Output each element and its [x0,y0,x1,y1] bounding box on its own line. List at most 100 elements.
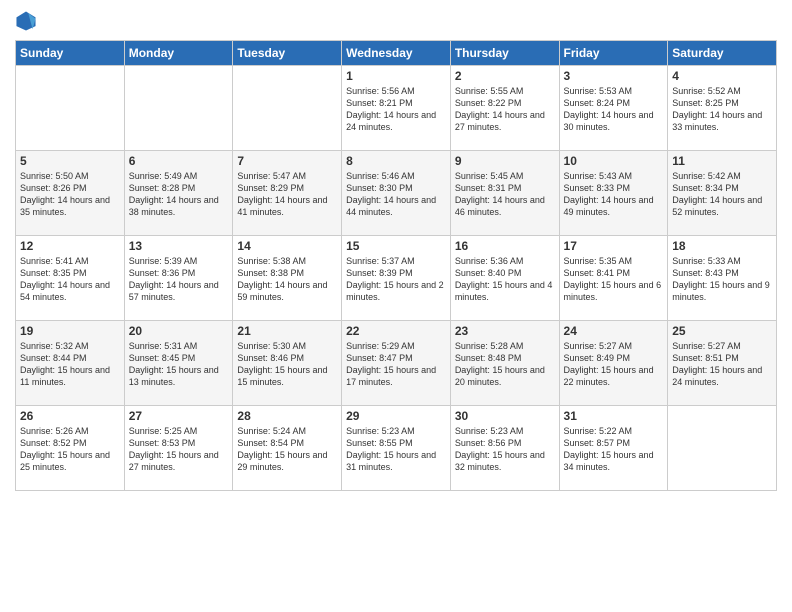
week-row-4: 19 Sunrise: 5:32 AM Sunset: 8:44 PM Dayli… [16,321,777,406]
day-info: Sunrise: 5:35 AM Sunset: 8:41 PM Dayligh… [564,255,664,304]
calendar-cell: 22 Sunrise: 5:29 AM Sunset: 8:47 PM Dayli… [342,321,451,406]
calendar-cell: 18 Sunrise: 5:33 AM Sunset: 8:43 PM Dayli… [668,236,777,321]
day-info: Sunrise: 5:33 AM Sunset: 8:43 PM Dayligh… [672,255,772,304]
calendar-cell: 3Sunrise: 5:53 AM Sunset: 8:24 PM Daylig… [559,66,668,151]
day-info: Sunrise: 5:30 AM Sunset: 8:46 PM Dayligh… [237,340,337,389]
calendar-cell: 10 Sunrise: 5:43 AM Sunset: 8:33 PM Dayli… [559,151,668,236]
calendar-cell: 31 Sunrise: 5:22 AM Sunset: 8:57 PM Dayli… [559,406,668,491]
day-number: 28 [237,409,337,423]
day-header-sunday: Sunday [16,41,125,66]
day-info: Sunrise: 5:25 AM Sunset: 8:53 PM Dayligh… [129,425,229,474]
day-info: Sunrise: 5:22 AM Sunset: 8:57 PM Dayligh… [564,425,664,474]
day-number: 16 [455,239,555,253]
calendar-body: 1 Sunrise: 5:56 AM Sunset: 8:21 PM Daylig… [16,66,777,491]
day-info: Sunrise: 5:29 AM Sunset: 8:47 PM Dayligh… [346,340,446,389]
calendar-cell [233,66,342,151]
day-header-friday: Friday [559,41,668,66]
day-info: Sunrise: 5:27 AM Sunset: 8:51 PM Dayligh… [672,340,772,389]
calendar-cell: 30Sunrise: 5:23 AM Sunset: 8:56 PM Dayli… [450,406,559,491]
calendar-cell: 24Sunrise: 5:27 AM Sunset: 8:49 PM Dayli… [559,321,668,406]
day-info: Sunrise: 5:49 AM Sunset: 8:28 PM Dayligh… [129,170,229,219]
day-info: Sunrise: 5:46 AM Sunset: 8:30 PM Dayligh… [346,170,446,219]
day-number: 5 [20,154,120,168]
week-row-5: 26Sunrise: 5:26 AM Sunset: 8:52 PM Dayli… [16,406,777,491]
day-number: 22 [346,324,446,338]
calendar-cell: 2 Sunrise: 5:55 AM Sunset: 8:22 PM Daylig… [450,66,559,151]
day-info: Sunrise: 5:27 AM Sunset: 8:49 PM Dayligh… [564,340,664,389]
calendar-cell: 15Sunrise: 5:37 AM Sunset: 8:39 PM Dayli… [342,236,451,321]
day-number: 23 [455,324,555,338]
calendar-cell: 1 Sunrise: 5:56 AM Sunset: 8:21 PM Daylig… [342,66,451,151]
day-number: 7 [237,154,337,168]
calendar-cell: 28 Sunrise: 5:24 AM Sunset: 8:54 PM Dayli… [233,406,342,491]
calendar-cell: 8 Sunrise: 5:46 AM Sunset: 8:30 PM Daylig… [342,151,451,236]
calendar-cell: 13 Sunrise: 5:39 AM Sunset: 8:36 PM Dayli… [124,236,233,321]
day-info: Sunrise: 5:23 AM Sunset: 8:56 PM Dayligh… [455,425,555,474]
calendar-cell: 5Sunrise: 5:50 AM Sunset: 8:26 PM Daylig… [16,151,125,236]
day-info: Sunrise: 5:53 AM Sunset: 8:24 PM Dayligh… [564,85,664,134]
week-row-3: 12 Sunrise: 5:41 AM Sunset: 8:35 PM Dayli… [16,236,777,321]
day-number: 2 [455,69,555,83]
day-number: 21 [237,324,337,338]
calendar-cell: 4 Sunrise: 5:52 AM Sunset: 8:25 PM Daylig… [668,66,777,151]
calendar-cell: 14Sunrise: 5:38 AM Sunset: 8:38 PM Dayli… [233,236,342,321]
day-info: Sunrise: 5:42 AM Sunset: 8:34 PM Dayligh… [672,170,772,219]
day-number: 14 [237,239,337,253]
day-number: 8 [346,154,446,168]
logo-icon [15,10,37,32]
calendar-header: SundayMondayTuesdayWednesdayThursdayFrid… [16,41,777,66]
day-number: 4 [672,69,772,83]
day-info: Sunrise: 5:31 AM Sunset: 8:45 PM Dayligh… [129,340,229,389]
day-header-monday: Monday [124,41,233,66]
day-number: 29 [346,409,446,423]
calendar-cell: 21 Sunrise: 5:30 AM Sunset: 8:46 PM Dayli… [233,321,342,406]
day-number: 1 [346,69,446,83]
day-info: Sunrise: 5:23 AM Sunset: 8:55 PM Dayligh… [346,425,446,474]
day-info: Sunrise: 5:56 AM Sunset: 8:21 PM Dayligh… [346,85,446,134]
day-header-tuesday: Tuesday [233,41,342,66]
calendar-cell: 26Sunrise: 5:26 AM Sunset: 8:52 PM Dayli… [16,406,125,491]
day-number: 19 [20,324,120,338]
calendar-cell [124,66,233,151]
day-number: 15 [346,239,446,253]
calendar-cell: 6Sunrise: 5:49 AM Sunset: 8:28 PM Daylig… [124,151,233,236]
day-info: Sunrise: 5:55 AM Sunset: 8:22 PM Dayligh… [455,85,555,134]
day-info: Sunrise: 5:41 AM Sunset: 8:35 PM Dayligh… [20,255,120,304]
calendar-cell: 25 Sunrise: 5:27 AM Sunset: 8:51 PM Dayli… [668,321,777,406]
day-header-saturday: Saturday [668,41,777,66]
day-header-wednesday: Wednesday [342,41,451,66]
day-info: Sunrise: 5:32 AM Sunset: 8:44 PM Dayligh… [20,340,120,389]
calendar-cell: 7 Sunrise: 5:47 AM Sunset: 8:29 PM Daylig… [233,151,342,236]
calendar-cell: 20 Sunrise: 5:31 AM Sunset: 8:45 PM Dayli… [124,321,233,406]
day-number: 18 [672,239,772,253]
calendar-cell: 23Sunrise: 5:28 AM Sunset: 8:48 PM Dayli… [450,321,559,406]
calendar-cell: 27 Sunrise: 5:25 AM Sunset: 8:53 PM Dayli… [124,406,233,491]
day-number: 27 [129,409,229,423]
logo [15,10,41,32]
day-number: 12 [20,239,120,253]
day-number: 11 [672,154,772,168]
day-info: Sunrise: 5:36 AM Sunset: 8:40 PM Dayligh… [455,255,555,304]
day-number: 26 [20,409,120,423]
logo-text [15,10,41,32]
day-number: 10 [564,154,664,168]
day-info: Sunrise: 5:47 AM Sunset: 8:29 PM Dayligh… [237,170,337,219]
day-number: 31 [564,409,664,423]
calendar-cell [16,66,125,151]
calendar-cell: 16 Sunrise: 5:36 AM Sunset: 8:40 PM Dayli… [450,236,559,321]
calendar-cell: 17Sunrise: 5:35 AM Sunset: 8:41 PM Dayli… [559,236,668,321]
day-number: 20 [129,324,229,338]
calendar-table: SundayMondayTuesdayWednesdayThursdayFrid… [15,40,777,491]
day-info: Sunrise: 5:24 AM Sunset: 8:54 PM Dayligh… [237,425,337,474]
day-info: Sunrise: 5:52 AM Sunset: 8:25 PM Dayligh… [672,85,772,134]
day-info: Sunrise: 5:43 AM Sunset: 8:33 PM Dayligh… [564,170,664,219]
calendar-cell: 19 Sunrise: 5:32 AM Sunset: 8:44 PM Dayli… [16,321,125,406]
day-header-thursday: Thursday [450,41,559,66]
calendar-cell: 12 Sunrise: 5:41 AM Sunset: 8:35 PM Dayli… [16,236,125,321]
day-info: Sunrise: 5:39 AM Sunset: 8:36 PM Dayligh… [129,255,229,304]
day-number: 25 [672,324,772,338]
header-row: SundayMondayTuesdayWednesdayThursdayFrid… [16,41,777,66]
week-row-1: 1 Sunrise: 5:56 AM Sunset: 8:21 PM Daylig… [16,66,777,151]
calendar-cell: 11 Sunrise: 5:42 AM Sunset: 8:34 PM Dayli… [668,151,777,236]
day-number: 13 [129,239,229,253]
